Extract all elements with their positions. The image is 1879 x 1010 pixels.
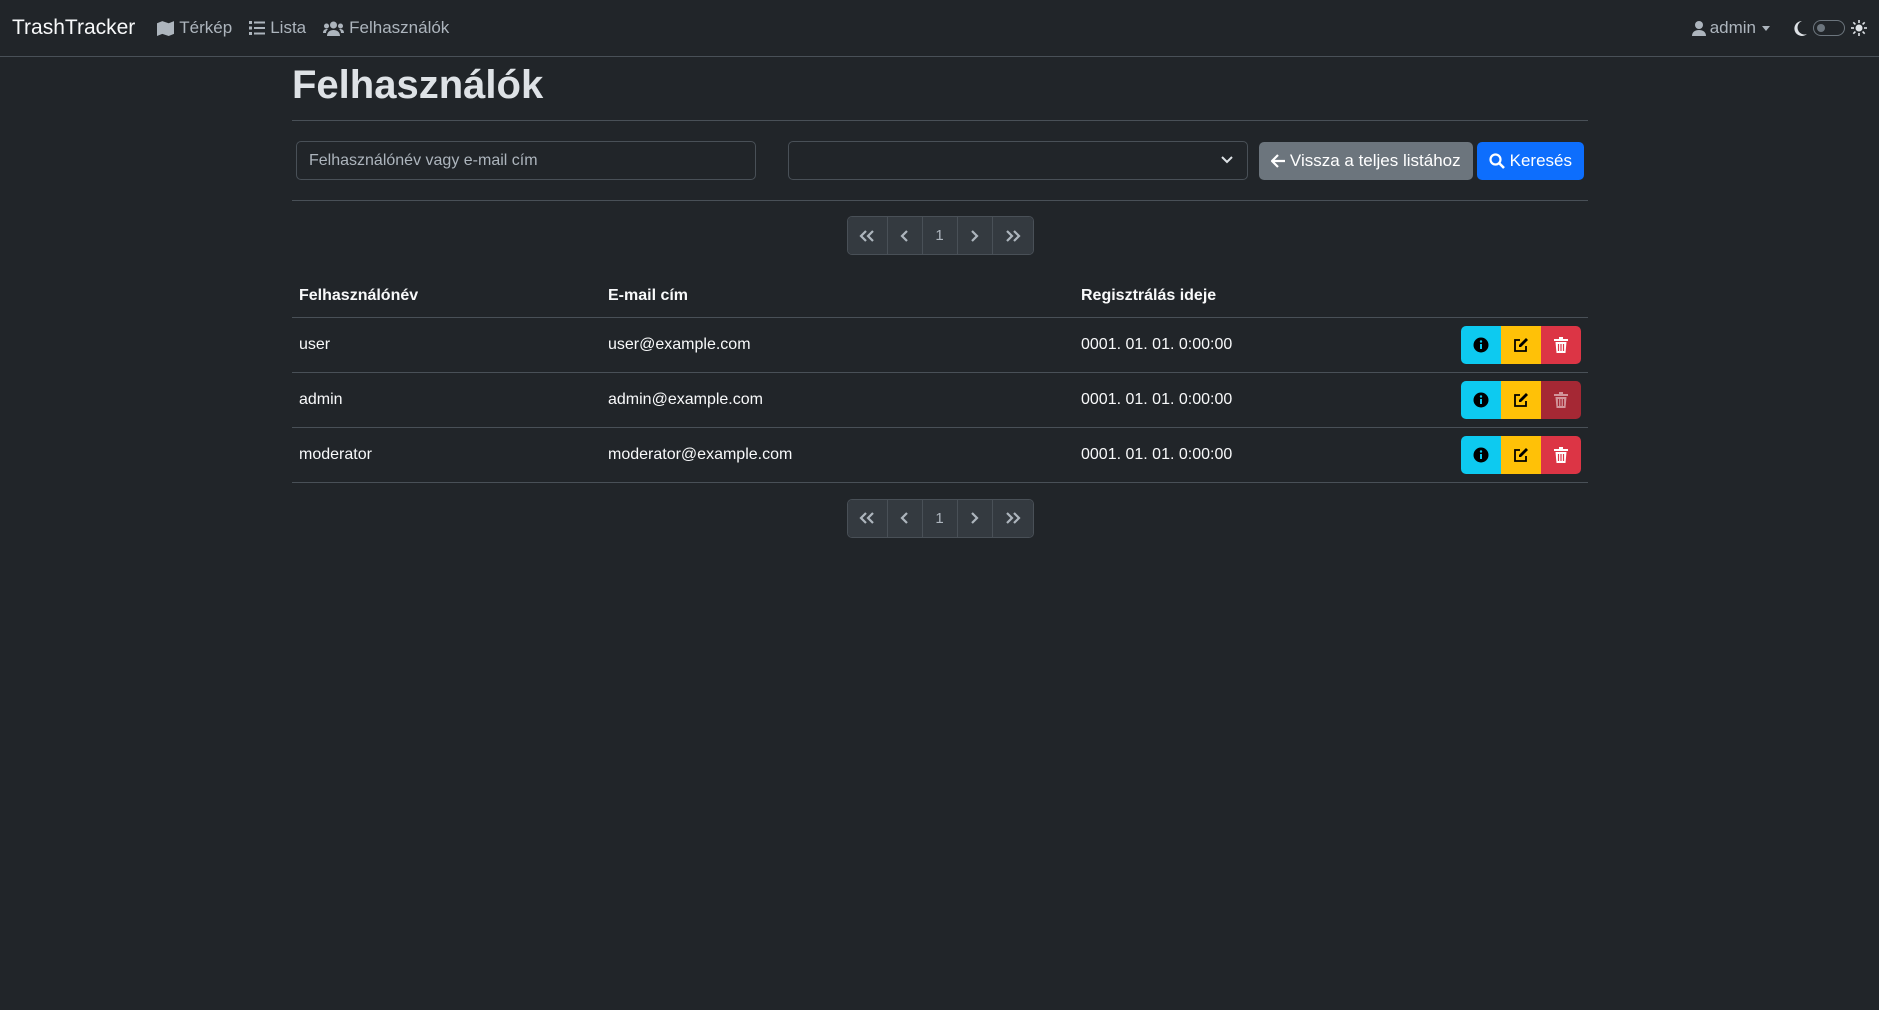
main-content: Felhasználók Felhasználónév vagy e-mail … (292, 57, 1588, 538)
table-row: admin admin@example.com 0001. 01. 01. 0:… (292, 372, 1588, 428)
list-icon (249, 21, 266, 35)
table-header-row: Felhasználónév E-mail cím Regisztrálás i… (292, 275, 1588, 318)
map-icon (157, 20, 175, 36)
pagination-top: 1 (292, 216, 1588, 255)
navbar: TrashTracker Térkép Lista Felhasználók a… (0, 0, 1879, 57)
page-title: Felhasználók (292, 63, 544, 107)
arrow-left-icon (1270, 153, 1285, 168)
details-button[interactable] (1461, 435, 1501, 474)
table-row: moderator moderator@example.com 0001. 01… (292, 427, 1588, 483)
details-button[interactable] (1461, 325, 1501, 364)
info-icon (1473, 447, 1489, 462)
nav-link-list[interactable]: Lista (249, 18, 306, 38)
next-page-button[interactable] (957, 217, 993, 254)
page-number-button[interactable]: 1 (922, 499, 958, 537)
delete-button[interactable] (1541, 435, 1581, 474)
user-menu-label: admin (1709, 18, 1756, 37)
double-chevron-left-icon (859, 512, 874, 524)
cell-email: user@example.com (601, 317, 1074, 373)
search-input[interactable]: Felhasználónév vagy e-mail cím (296, 141, 756, 180)
user-icon (1691, 20, 1706, 36)
search-buttons: Vissza a teljes listához Keresés (1258, 141, 1584, 180)
back-to-full-list-button[interactable]: Vissza a teljes listához (1258, 141, 1473, 180)
chevron-right-icon (971, 229, 979, 242)
nav-link-list-label: Lista (270, 18, 307, 37)
cell-actions (1357, 317, 1588, 373)
edit-icon (1514, 392, 1528, 407)
divider (292, 200, 1588, 201)
search-form: Felhasználónév vagy e-mail cím Vissza a … (292, 121, 1588, 200)
trash-icon (1554, 336, 1568, 353)
double-chevron-right-icon (1005, 229, 1021, 242)
chevron-down-icon (1762, 25, 1770, 31)
cell-email: moderator@example.com (601, 427, 1074, 483)
column-header-username: Felhasználónév (292, 275, 601, 318)
delete-button[interactable] (1541, 325, 1581, 364)
next-page-button[interactable] (957, 499, 993, 537)
chevron-left-icon (900, 229, 908, 242)
chevron-right-icon (971, 512, 979, 524)
theme-switch[interactable] (1813, 20, 1845, 36)
edit-button[interactable] (1501, 325, 1541, 364)
last-page-button[interactable] (992, 499, 1033, 537)
cell-username: admin (292, 372, 601, 428)
brand-link[interactable]: TrashTracker (12, 16, 135, 40)
prev-page-button[interactable] (887, 499, 923, 537)
edit-icon (1514, 337, 1528, 352)
cell-registered: 0001. 01. 01. 0:00:00 (1074, 317, 1358, 373)
nav-link-map-label: Térkép (179, 18, 233, 37)
trash-icon (1554, 446, 1568, 463)
cell-username: moderator (292, 427, 601, 483)
info-icon (1473, 392, 1489, 407)
cell-username: user (292, 317, 601, 373)
table-row: user user@example.com 0001. 01. 01. 0:00… (292, 317, 1588, 373)
nav-link-map[interactable]: Térkép (157, 18, 232, 38)
sun-icon (1851, 20, 1867, 36)
cell-actions (1357, 372, 1588, 428)
column-header-actions (1357, 275, 1588, 318)
users-table: Felhasználónév E-mail cím Regisztrálás i… (292, 275, 1588, 483)
trash-icon (1554, 391, 1568, 408)
edit-icon (1514, 447, 1528, 462)
double-chevron-left-icon (859, 229, 874, 242)
nav-link-users-label: Felhasználók (349, 18, 450, 37)
prev-page-button[interactable] (887, 217, 923, 254)
pagination-group: 1 (846, 498, 1034, 538)
theme-toggle-group (1794, 20, 1867, 36)
column-header-email: E-mail cím (601, 275, 1074, 318)
users-icon (323, 21, 345, 36)
chevron-down-icon (1221, 156, 1233, 164)
first-page-button[interactable] (847, 217, 888, 254)
cell-actions (1357, 427, 1588, 483)
search-icon (1489, 152, 1505, 169)
cell-email: admin@example.com (601, 372, 1074, 428)
details-button[interactable] (1461, 380, 1501, 419)
row-actions (1365, 380, 1581, 419)
column-header-registered: Regisztrálás ideje (1074, 275, 1358, 318)
moon-icon (1794, 20, 1807, 36)
edit-button[interactable] (1501, 435, 1541, 474)
double-chevron-right-icon (1005, 512, 1021, 524)
user-menu-dropdown[interactable]: admin (1691, 18, 1770, 38)
search-button[interactable]: Keresés (1476, 141, 1584, 180)
edit-button[interactable] (1501, 380, 1541, 419)
delete-button[interactable] (1541, 380, 1581, 419)
page-number-button[interactable]: 1 (922, 217, 958, 254)
search-button-label: Keresés (1509, 150, 1572, 170)
first-page-button[interactable] (847, 499, 888, 537)
nav-link-users[interactable]: Felhasználók (323, 18, 449, 38)
cell-registered: 0001. 01. 01. 0:00:00 (1074, 427, 1358, 483)
role-select[interactable] (788, 141, 1248, 180)
pagination-group: 1 (846, 216, 1034, 255)
row-actions (1365, 325, 1581, 364)
info-icon (1473, 337, 1489, 352)
last-page-button[interactable] (992, 217, 1033, 254)
row-actions (1365, 435, 1581, 474)
chevron-left-icon (900, 512, 908, 524)
cell-registered: 0001. 01. 01. 0:00:00 (1074, 372, 1358, 428)
back-button-label: Vissza a teljes listához (1289, 150, 1461, 170)
pagination-bottom: 1 (292, 498, 1588, 538)
